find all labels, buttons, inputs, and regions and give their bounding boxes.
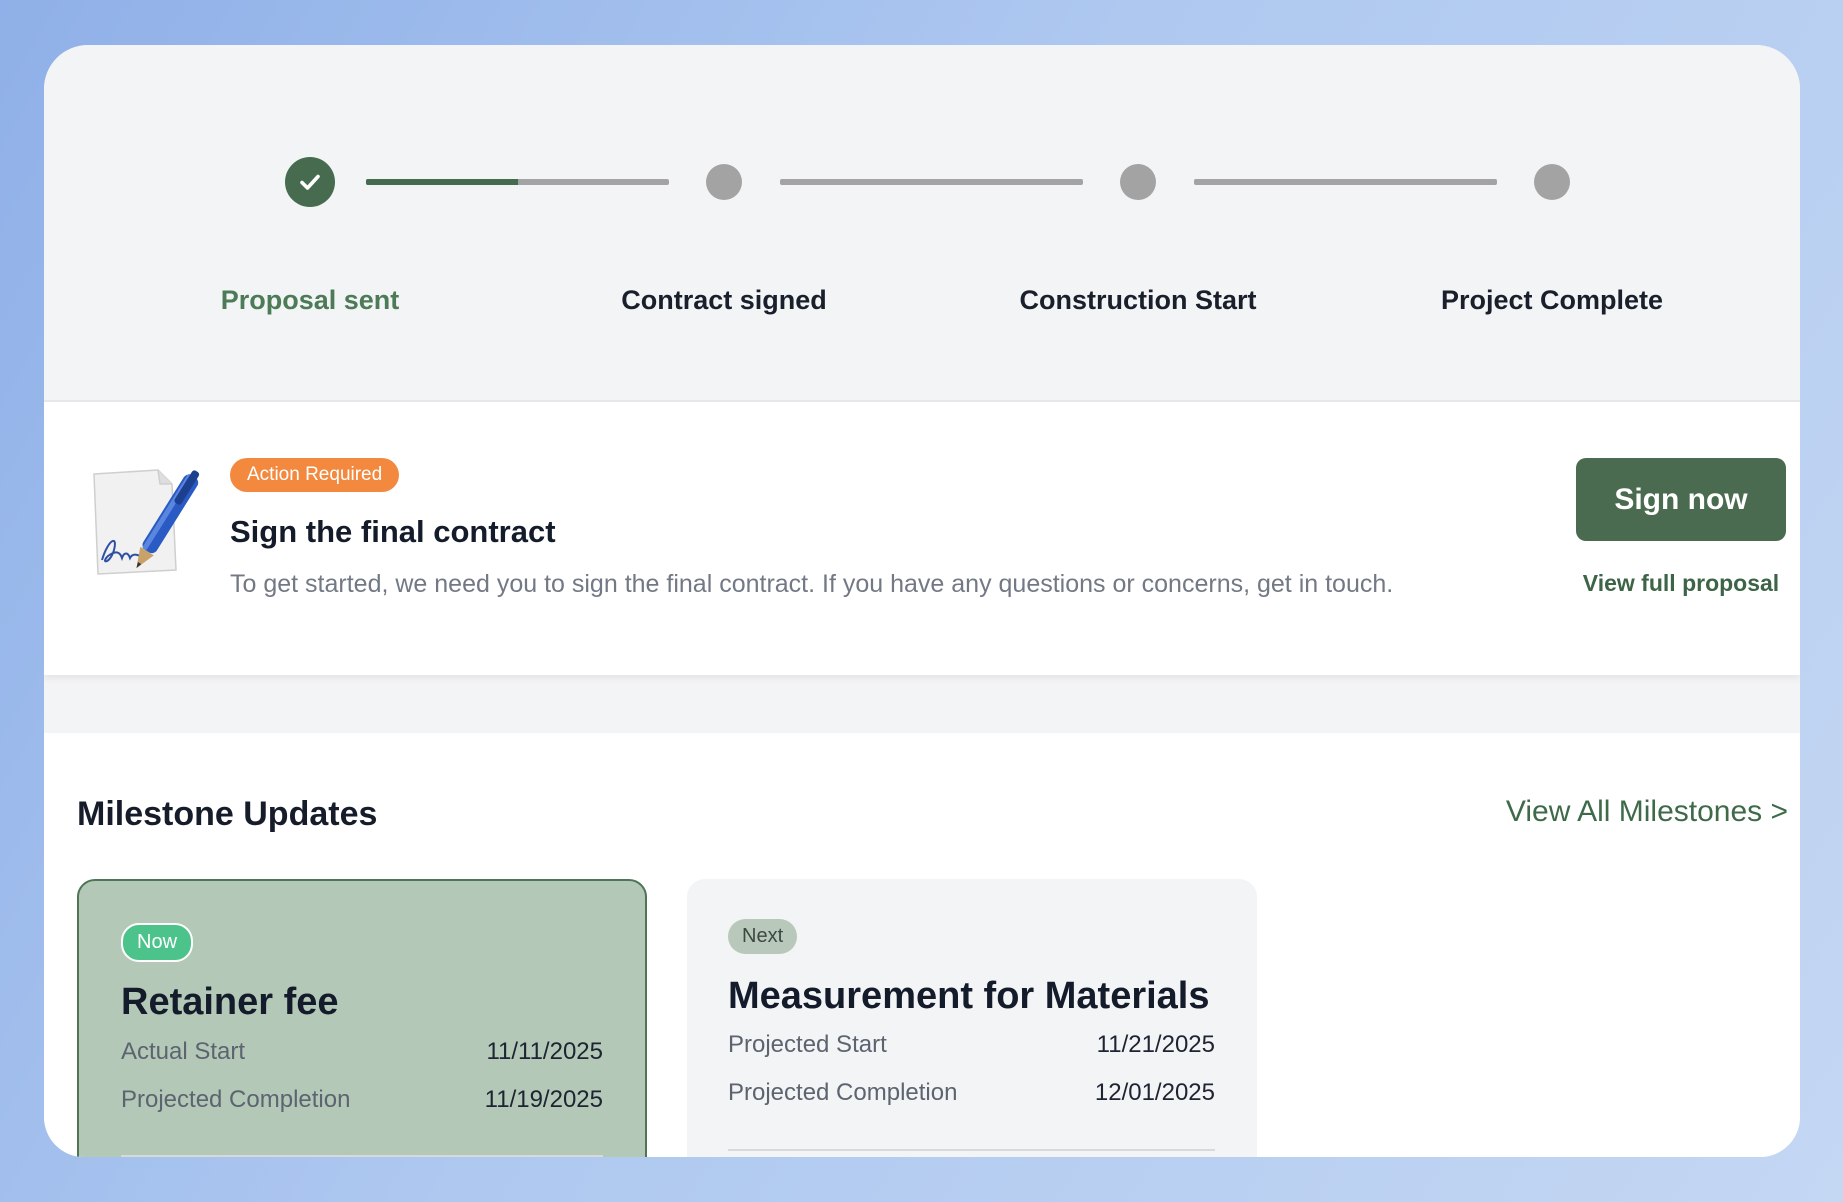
card-divider — [121, 1155, 603, 1157]
milestone-updates-section: Milestone Updates View All Milestones > … — [44, 733, 1800, 1157]
step-label: Project Complete — [1440, 285, 1664, 315]
row-label: Projected Start — [728, 1031, 887, 1058]
milestone-row: Projected Completion 12/01/2025 — [728, 1079, 1215, 1107]
progress-stepper: Proposal sent Contract signed Constructi… — [44, 45, 1800, 400]
step-project-complete: Project Complete — [1402, 164, 1702, 315]
step-complete-indicator — [285, 157, 335, 207]
row-value: 11/11/2025 — [486, 1038, 603, 1065]
action-description: To get started, we need you to sign the … — [230, 570, 1394, 598]
milestone-row: Actual Start 11/11/2025 — [121, 1038, 603, 1066]
row-label: Actual Start — [121, 1038, 246, 1065]
action-required-card: Action Required Sign the final contract … — [44, 400, 1800, 675]
action-title: Sign the final contract — [230, 514, 556, 549]
app-frame: Proposal sent Contract signed Constructi… — [44, 45, 1800, 1157]
step-contract-signed: Contract signed — [574, 164, 874, 315]
sign-now-button[interactable]: Sign now — [1576, 458, 1786, 541]
step-construction-start: Construction Start — [988, 164, 1288, 315]
step-label: Construction Start — [1019, 285, 1257, 315]
now-badge: Now — [121, 923, 194, 962]
milestone-card-next[interactable]: Next Measurement for Materials Projected… — [687, 879, 1257, 1157]
step-label: Proposal sent — [220, 285, 400, 315]
next-badge: Next — [728, 919, 798, 954]
milestone-card-current[interactable]: Now Retainer fee Actual Start 11/11/2025… — [77, 879, 647, 1157]
card-divider — [728, 1149, 1215, 1151]
row-value: 11/21/2025 — [1096, 1031, 1215, 1058]
milestone-row: Projected Start 11/21/2025 — [728, 1031, 1215, 1059]
section-title: Milestone Updates — [77, 795, 378, 833]
milestone-name: Measurement for Materials — [728, 975, 1210, 1017]
step-label: Contract signed — [621, 285, 827, 315]
check-icon — [300, 174, 320, 190]
row-value: 11/19/2025 — [484, 1086, 603, 1113]
view-full-proposal-link[interactable]: View full proposal — [1576, 570, 1786, 597]
step-pending-indicator — [706, 164, 742, 200]
row-label: Projected Completion — [728, 1079, 958, 1106]
milestone-name: Retainer fee — [121, 981, 339, 1023]
row-label: Projected Completion — [121, 1086, 351, 1113]
milestone-row: Projected Completion 11/19/2025 — [121, 1086, 603, 1114]
step-pending-indicator — [1534, 164, 1570, 200]
action-required-badge: Action Required — [230, 458, 400, 492]
step-pending-indicator — [1120, 164, 1156, 200]
row-value: 12/01/2025 — [1094, 1079, 1215, 1106]
view-all-milestones-link[interactable]: View All Milestones > — [1506, 795, 1788, 829]
step-proposal-sent: Proposal sent — [160, 157, 460, 315]
contract-signature-icon — [88, 460, 200, 580]
